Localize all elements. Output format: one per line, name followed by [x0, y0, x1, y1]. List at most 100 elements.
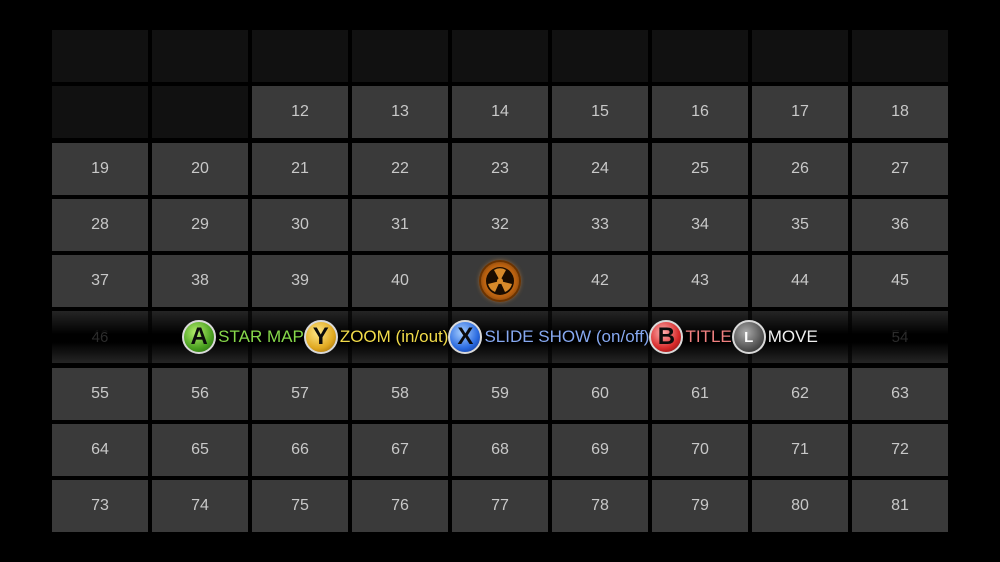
level-tile-number: 74	[191, 497, 209, 514]
level-tile[interactable]: 14	[452, 86, 548, 139]
level-tile-number: 64	[91, 440, 109, 458]
level-tile-number: 39	[291, 272, 309, 289]
level-tile-number: 25	[691, 159, 709, 177]
level-tile-number: 37	[91, 272, 109, 289]
level-thumbnail-tile[interactable]: 11	[152, 86, 248, 139]
level-tile-number: 28	[91, 215, 109, 233]
level-tile[interactable]: 36	[852, 198, 948, 251]
level-tile[interactable]: 44	[752, 255, 848, 307]
level-tile[interactable]: 27	[852, 142, 948, 195]
level-tile-number: 61	[691, 384, 709, 402]
level-thumbnail-tile[interactable]: 4	[352, 30, 448, 82]
level-tile[interactable]: 31	[352, 198, 448, 251]
level-tile-number: 69	[591, 440, 609, 458]
level-tile[interactable]: 23	[452, 142, 548, 195]
level-tile[interactable]: 15	[552, 86, 648, 139]
level-tile[interactable]: 37	[52, 255, 148, 307]
level-tile[interactable]: 56	[152, 367, 248, 420]
level-tile-number: 22	[391, 159, 409, 177]
level-tile[interactable]: 64	[52, 423, 148, 476]
level-tile-number: 18	[891, 103, 909, 121]
level-tile-number: 65	[191, 440, 209, 458]
level-tile-selected[interactable]	[452, 255, 548, 307]
level-thumbnail-tile[interactable]: 9	[852, 30, 948, 82]
level-tile[interactable]: 72	[852, 423, 948, 476]
level-tile[interactable]: 66	[252, 423, 348, 476]
level-tile-number: 72	[891, 440, 909, 458]
level-tile[interactable]: 28	[52, 198, 148, 251]
level-tile[interactable]: 43	[652, 255, 748, 307]
level-tile-number: 34	[691, 215, 709, 233]
level-tile[interactable]: 73	[52, 480, 148, 532]
level-tile[interactable]: 32	[452, 198, 548, 251]
level-tile-number: 68	[491, 440, 509, 458]
level-tile[interactable]: 45	[852, 255, 948, 307]
level-tile[interactable]: 67	[352, 423, 448, 476]
level-tile-number: 42	[591, 272, 609, 289]
ghost-tile-number-left: 46	[91, 328, 109, 346]
level-tile[interactable]: 18	[852, 86, 948, 139]
level-thumbnail-tile[interactable]: 1	[52, 30, 148, 82]
level-tile[interactable]: 34	[652, 198, 748, 251]
level-thumbnail-tile[interactable]: 7	[652, 30, 748, 82]
level-tile[interactable]: 16	[652, 86, 748, 139]
level-tile[interactable]: 59	[452, 367, 548, 420]
level-tile[interactable]: 58	[352, 367, 448, 420]
level-thumbnail-tile[interactable]: 5	[452, 30, 548, 82]
level-tile[interactable]: 60	[552, 367, 648, 420]
level-tile-number: 29	[191, 215, 209, 233]
level-tile[interactable]: 57	[252, 367, 348, 420]
level-tile-number: 14	[491, 103, 509, 121]
level-tile[interactable]: 74	[152, 480, 248, 532]
level-thumbnail-tile[interactable]: 10	[52, 86, 148, 139]
level-tile[interactable]: 38	[152, 255, 248, 307]
level-tile-number: 62	[791, 384, 809, 402]
level-tile[interactable]: 19	[52, 142, 148, 195]
level-tile[interactable]: 70	[652, 423, 748, 476]
level-tile[interactable]: 35	[752, 198, 848, 251]
level-tile[interactable]: 26	[752, 142, 848, 195]
level-tile-number: 55	[91, 384, 109, 402]
level-tile[interactable]: 79	[652, 480, 748, 532]
level-tile[interactable]: 12	[252, 86, 348, 139]
level-thumbnail-tile[interactable]: 3	[252, 30, 348, 82]
hint-star-map: A STAR MAP	[182, 317, 304, 357]
level-tile[interactable]: 24	[552, 142, 648, 195]
level-tile[interactable]: 75	[252, 480, 348, 532]
level-tile[interactable]: 65	[152, 423, 248, 476]
level-tile[interactable]: 80	[752, 480, 848, 532]
level-tile[interactable]: 17	[752, 86, 848, 139]
level-tile[interactable]: 71	[752, 423, 848, 476]
level-thumbnail-tile[interactable]: 6	[552, 30, 648, 82]
hint-slide-show-label: SLIDE SHOW (on/off)	[484, 327, 650, 346]
level-tile[interactable]: 77	[452, 480, 548, 532]
level-tile[interactable]: 22	[352, 142, 448, 195]
level-tile[interactable]: 63	[852, 367, 948, 420]
level-tile[interactable]: 62	[752, 367, 848, 420]
level-tile[interactable]: 39	[252, 255, 348, 307]
level-tile-number: 76	[391, 497, 409, 514]
level-tile[interactable]: 29	[152, 198, 248, 251]
level-thumbnail-tile[interactable]: 2	[152, 30, 248, 82]
level-tile-number: 79	[691, 497, 709, 514]
level-tile-number: 38	[191, 272, 209, 289]
level-tile-number: 73	[91, 497, 109, 514]
level-tile[interactable]: 61	[652, 367, 748, 420]
level-tile[interactable]: 76	[352, 480, 448, 532]
level-tile[interactable]: 21	[252, 142, 348, 195]
level-tile[interactable]: 33	[552, 198, 648, 251]
level-tile[interactable]: 68	[452, 423, 548, 476]
level-tile[interactable]: 42	[552, 255, 648, 307]
level-thumbnail-tile[interactable]: 8	[752, 30, 848, 82]
level-tile[interactable]: 30	[252, 198, 348, 251]
level-tile[interactable]: 20	[152, 142, 248, 195]
level-tile[interactable]: 13	[352, 86, 448, 139]
level-tile-number: 21	[291, 159, 309, 177]
level-tile[interactable]: 69	[552, 423, 648, 476]
level-tile[interactable]: 55	[52, 367, 148, 420]
hint-star-map-label: STAR MAP	[218, 327, 304, 346]
level-tile[interactable]: 81	[852, 480, 948, 532]
level-tile[interactable]: 78	[552, 480, 648, 532]
level-tile[interactable]: 40	[352, 255, 448, 307]
level-tile[interactable]: 25	[652, 142, 748, 195]
